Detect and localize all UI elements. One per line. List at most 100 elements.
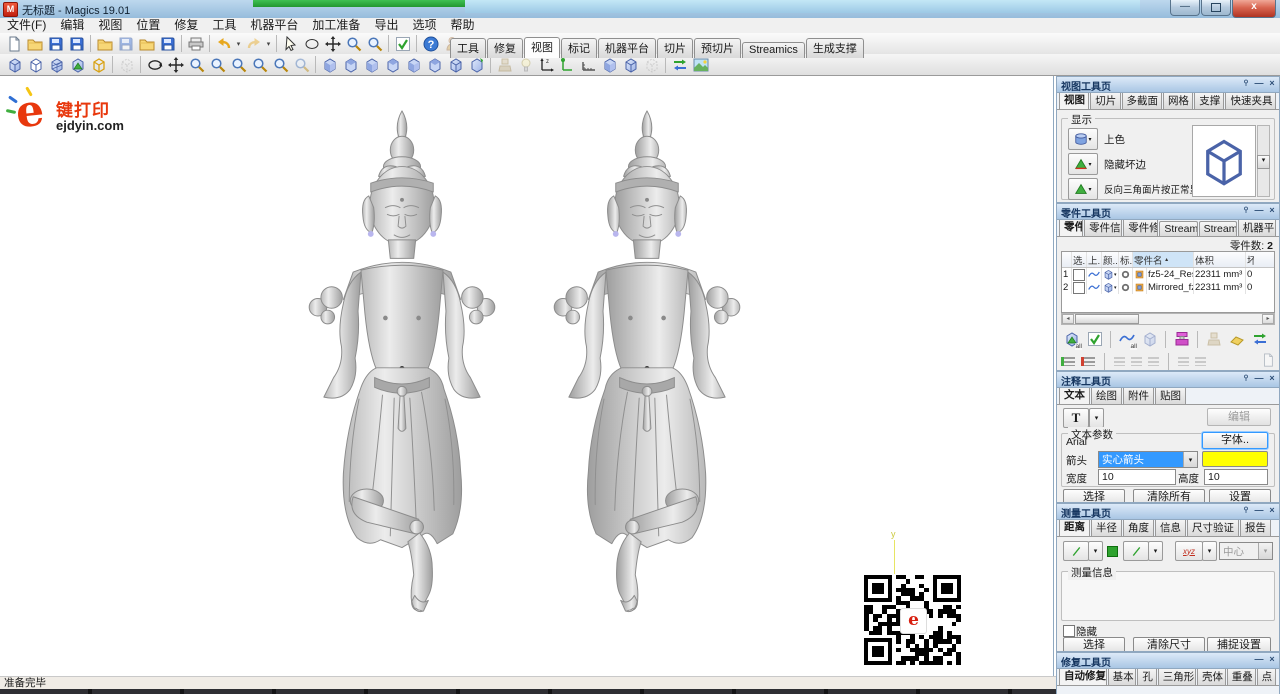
annotation-toolpage-titlebar[interactable]: 注释工具页 ―× — [1057, 372, 1279, 388]
tab-slices[interactable]: 切片 — [657, 38, 693, 58]
row-visible-icon[interactable] — [1087, 268, 1102, 281]
save-as-icon[interactable] — [66, 34, 87, 53]
combo-dropdown-icon[interactable]: ▾ — [1183, 452, 1197, 467]
row-visible-icon[interactable] — [1087, 281, 1102, 294]
measure-select-button[interactable]: 选择 — [1063, 637, 1125, 652]
tab-sections[interactable]: 多截面 — [1122, 91, 1162, 109]
measure-target-button[interactable] — [1123, 541, 1149, 561]
row-shade-icon[interactable]: ▾ — [1102, 281, 1119, 294]
collapse-icon[interactable]: ― — [1254, 373, 1264, 385]
bounding-box-icon[interactable] — [88, 55, 109, 74]
machine-properties-icon[interactable] — [1171, 330, 1192, 349]
menu-export[interactable]: 导出 — [367, 18, 405, 33]
row-checkbox[interactable] — [1073, 269, 1085, 281]
statue-model-left[interactable] — [283, 106, 521, 614]
add-to-list-icon[interactable] — [1061, 357, 1075, 366]
tab-quick-fixture[interactable]: 快速夹具 — [1225, 91, 1276, 109]
panel-close-icon[interactable]: × — [1267, 205, 1277, 217]
print-icon[interactable] — [185, 34, 206, 53]
measure-target-dropdown-icon[interactable]: ▾ — [1148, 541, 1163, 561]
collapse-icon[interactable]: ― — [1254, 205, 1264, 217]
preview-dropdown-icon[interactable]: ▾ — [1257, 155, 1270, 169]
row-checkbox[interactable] — [1073, 282, 1085, 294]
mark-ellipse-icon[interactable] — [301, 34, 322, 53]
load-part-icon[interactable] — [94, 34, 115, 53]
tab-generate-support[interactable]: 生成支撑 — [806, 38, 864, 58]
confirm-icon[interactable] — [392, 34, 413, 53]
collapse-icon[interactable]: ― — [1254, 654, 1264, 664]
col-bad[interactable]: 坏 — [1246, 252, 1254, 267]
hide-checkbox[interactable] — [1063, 625, 1075, 637]
import-scene-icon[interactable] — [1249, 330, 1270, 349]
snap-settings-button[interactable]: 捕捉设置 — [1207, 637, 1271, 652]
zoom-in-icon[interactable] — [207, 55, 228, 74]
select-all-parts-icon[interactable]: all — [1061, 330, 1082, 349]
tab-annotate[interactable]: 标记 — [561, 38, 597, 58]
clear-dimensions-button[interactable]: 清除尺寸 — [1133, 637, 1205, 652]
row-tag-icon[interactable] — [1133, 281, 1147, 294]
pan-icon[interactable] — [322, 34, 343, 53]
scroll-thumb[interactable] — [1075, 314, 1139, 324]
tab-overlaps[interactable]: 重叠 — [1227, 667, 1256, 685]
menu-file[interactable]: 文件(F) — [0, 18, 53, 33]
tab-shells[interactable]: 壳体 — [1197, 667, 1226, 685]
tab-attachment[interactable]: 附件 — [1123, 386, 1154, 404]
view-top-icon[interactable] — [403, 55, 424, 74]
shade-wire-mode-icon[interactable] — [46, 55, 67, 74]
section-view-icon[interactable] — [116, 55, 137, 74]
tab-angle[interactable]: 角度 — [1123, 518, 1154, 536]
tab-streamics[interactable]: Streamics — [742, 42, 805, 58]
menu-position[interactable]: 位置 — [129, 18, 167, 33]
tab-info[interactable]: 信息 — [1155, 518, 1186, 536]
tab-basic[interactable]: 基本 — [1108, 667, 1137, 685]
shade-button[interactable]: ▾ — [1068, 128, 1098, 150]
menu-view[interactable]: 视图 — [91, 18, 129, 33]
minimize-button[interactable]: — — [1170, 0, 1200, 16]
col-shade[interactable]: 上... — [1087, 252, 1102, 267]
view-toolpage-titlebar[interactable]: 视图工具页 ―× — [1057, 77, 1279, 93]
col-color[interactable]: 颜.. — [1102, 252, 1119, 267]
scroll-left-icon[interactable]: ◂ — [1062, 314, 1074, 324]
part-row-1[interactable]: 1 ▾ fz5-24_Rescal 22311 mm³ 0 — [1062, 268, 1274, 281]
tab-report[interactable]: 报告 — [1240, 518, 1271, 536]
tab-machine-platform[interactable]: 机器平台 — [1238, 218, 1276, 236]
menu-build-prep[interactable]: 加工准备 — [305, 18, 367, 33]
collapse-icon[interactable]: ― — [1254, 78, 1264, 90]
wireframe-mode-icon[interactable] — [25, 55, 46, 74]
zoom-icon[interactable] — [343, 34, 364, 53]
tab-view[interactable]: 视图 — [524, 37, 560, 58]
annotation-select-button[interactable]: 选择 — [1063, 489, 1125, 503]
zoom-reset-icon[interactable] — [364, 34, 385, 53]
tab-radius[interactable]: 半径 — [1091, 518, 1122, 536]
arrow-style-combo[interactable]: 实心箭头▾ — [1098, 451, 1198, 468]
tab-part-info[interactable]: 零件信息 — [1084, 218, 1122, 236]
view-bottom-icon[interactable] — [424, 55, 445, 74]
tab-streamics-1[interactable]: Streami.. — [1159, 221, 1197, 236]
fix-toolpage-titlebar[interactable]: 修复工具页 ―× — [1057, 653, 1279, 669]
pin-icon[interactable] — [1241, 205, 1251, 217]
menu-fix[interactable]: 修复 — [167, 18, 205, 33]
annotation-settings-button[interactable]: 设置 — [1209, 489, 1271, 503]
pin-icon[interactable] — [1241, 78, 1251, 90]
close-button[interactable]: x — [1232, 0, 1276, 18]
save-icon[interactable] — [45, 34, 66, 53]
new-file-icon[interactable] — [3, 34, 24, 53]
build-plane-icon[interactable] — [1226, 330, 1247, 349]
tab-streamics-2[interactable]: Streami.. — [1199, 221, 1237, 236]
toggle-checkboxes-icon[interactable] — [1084, 330, 1105, 349]
3d-viewport[interactable]: e 键打印 ejdyin.com y e — [0, 76, 1054, 676]
import-part-icon[interactable] — [136, 34, 157, 53]
part-table-hscrollbar[interactable]: ◂ ▸ — [1061, 313, 1275, 325]
collapse-icon[interactable]: ― — [1254, 505, 1264, 517]
row-color-icon[interactable] — [1119, 268, 1133, 281]
col-part-name[interactable]: 零件名 ▴ — [1133, 252, 1194, 267]
visibility-all-icon[interactable]: all — [1116, 330, 1137, 349]
list-detail-icon[interactable] — [1195, 357, 1206, 366]
text-color-swatch[interactable] — [1202, 451, 1268, 467]
view-right-icon[interactable] — [382, 55, 403, 74]
panel-close-icon[interactable]: × — [1267, 78, 1277, 90]
tab-tools[interactable]: 工具 — [450, 38, 486, 58]
tab-holes[interactable]: 孔 — [1137, 667, 1156, 685]
platform-scene-icon[interactable] — [1203, 330, 1224, 349]
menu-machine[interactable]: 机器平台 — [243, 18, 305, 33]
